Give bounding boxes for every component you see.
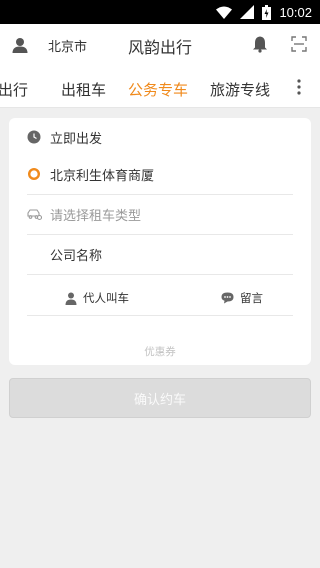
service-tabs: 出行 出租车 公务专车 旅游专线 bbox=[0, 66, 320, 108]
app-header: 北京市 风韵出行 bbox=[0, 24, 320, 66]
divider bbox=[27, 274, 293, 275]
tab-tour-line[interactable]: 旅游专线 bbox=[210, 79, 270, 100]
more-icon[interactable] bbox=[294, 78, 304, 96]
car-icon bbox=[27, 209, 42, 221]
proxy-call-button[interactable]: 代人叫车 bbox=[65, 288, 129, 308]
bell-icon[interactable] bbox=[251, 35, 269, 53]
car-type-select: 请选择租车类型 bbox=[50, 209, 142, 224]
coupon-link[interactable]: 优惠券 bbox=[9, 344, 311, 359]
battery-icon bbox=[262, 4, 272, 20]
message-button[interactable]: 留言 bbox=[221, 288, 263, 308]
chat-bubble-icon bbox=[221, 292, 234, 304]
tab-business-car[interactable]: 公务专车 bbox=[128, 79, 188, 100]
depart-time-row[interactable]: 立即出发 bbox=[9, 118, 311, 158]
person-icon bbox=[65, 292, 77, 305]
scan-icon[interactable] bbox=[291, 36, 307, 52]
origin-dot-icon bbox=[27, 167, 41, 181]
car-type-row[interactable]: 请选择租车类型 bbox=[9, 195, 311, 235]
confirm-booking-button[interactable]: 确认约车 bbox=[9, 378, 311, 418]
booking-card: 立即出发 北京利生体育商厦 请选择租车类型 公司名称 代人叫车 留言 优惠券 bbox=[9, 118, 311, 365]
tab-travel[interactable]: 出行 bbox=[0, 79, 28, 100]
depart-time-label: 立即出发 bbox=[50, 132, 103, 147]
clock-icon bbox=[27, 130, 41, 144]
company-name-row[interactable]: 公司名称 bbox=[9, 235, 311, 275]
clock: 10:02 bbox=[279, 4, 312, 20]
divider bbox=[27, 315, 293, 316]
company-name-field[interactable]: 公司名称 bbox=[50, 245, 102, 264]
page-title: 风韵出行 bbox=[127, 38, 192, 57]
tab-taxi[interactable]: 出租车 bbox=[61, 79, 106, 100]
message-label: 留言 bbox=[240, 291, 263, 305]
status-bar: 10:02 bbox=[0, 0, 320, 24]
start-location-label: 北京利生体育商厦 bbox=[50, 169, 155, 184]
proxy-call-label: 代人叫车 bbox=[83, 291, 129, 305]
start-location-row[interactable]: 北京利生体育商厦 bbox=[9, 155, 311, 195]
signal-icon bbox=[240, 5, 255, 19]
wifi-icon bbox=[216, 6, 233, 19]
